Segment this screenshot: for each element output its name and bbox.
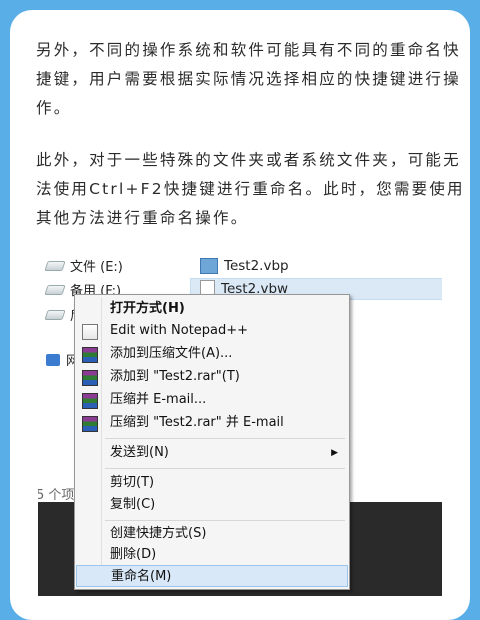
drive-icon <box>44 284 66 295</box>
explorer-screenshot: 文件 (E:) 备用 (F:) 后 网 Test2.vbp Test2.vbw … <box>38 250 442 596</box>
menu-item-delete[interactable]: 删除(D) <box>76 544 346 566</box>
menu-item-compress-email[interactable]: 压缩并 E-mail... <box>76 389 346 411</box>
menu-item-create-shortcut[interactable]: 创建快捷方式(S) <box>76 523 346 545</box>
context-menu: 打开方式(H) Edit with Notepad++ 添加到压缩文件(A)..… <box>74 294 350 590</box>
menu-item-compress-test2-email[interactable]: 压缩到 "Test2.rar" 并 E-mail <box>76 412 346 434</box>
tree-item-drive-e[interactable]: 文件 (E:) <box>44 256 123 275</box>
file-test2-vbp[interactable]: Test2.vbp <box>200 258 289 274</box>
winrar-icon <box>82 370 98 386</box>
menu-item-rename[interactable]: 重命名(M) <box>76 565 348 587</box>
notepad-icon <box>82 324 98 340</box>
paragraph-1: 另外，不同的操作系统和软件可能具有不同的重命名快捷键，用户需要根据实际情况选择相… <box>36 41 461 117</box>
drive-icon <box>44 309 66 320</box>
winrar-icon <box>82 393 98 409</box>
menu-item-cut[interactable]: 剪切(T) <box>76 472 346 494</box>
drive-icon <box>44 260 66 271</box>
menu-item-send-to[interactable]: 发送到(N) ▶ <box>76 442 346 464</box>
submenu-arrow-icon: ▶ <box>331 448 338 458</box>
menu-item-add-archive[interactable]: 添加到压缩文件(A)... <box>76 343 346 365</box>
item-count: 5 个项 <box>38 488 75 503</box>
menu-separator <box>105 468 345 469</box>
menu-separator <box>105 438 345 439</box>
winrar-icon <box>82 347 98 363</box>
paragraph-2: 此外，对于一些特殊的文件夹或者系统文件夹，可能无法使用Ctrl+F2快捷键进行重… <box>36 151 465 227</box>
winrar-icon <box>82 416 98 432</box>
menu-item-add-test2-rar[interactable]: 添加到 "Test2.rar"(T) <box>76 366 346 388</box>
menu-item-edit-notepad[interactable]: Edit with Notepad++ <box>76 320 346 342</box>
vb-project-icon <box>200 258 218 274</box>
menu-separator <box>105 520 345 521</box>
menu-item-open-with[interactable]: 打开方式(H) <box>76 298 346 320</box>
menu-item-copy[interactable]: 复制(C) <box>76 494 346 516</box>
network-icon <box>46 353 60 366</box>
